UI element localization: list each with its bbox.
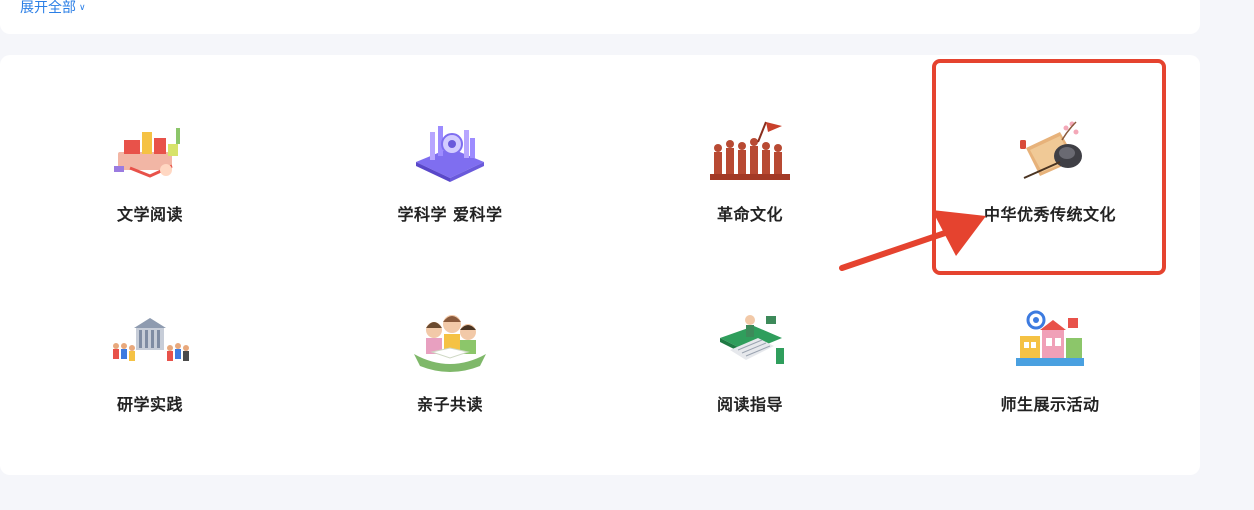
revolution-silhouette-icon — [705, 115, 795, 187]
category-label: 亲子共读 — [416, 395, 483, 414]
category-label: 师生展示活动 — [1000, 395, 1100, 414]
previous-section-card: 展开全部 ∨ — [0, 0, 1200, 34]
category-teacher-student-activity[interactable]: 师生展示活动 — [900, 305, 1200, 465]
category-label: 学科学 爱科学 — [397, 205, 503, 224]
category-study-practice[interactable]: 研学实践 — [0, 305, 300, 465]
category-literature-reading[interactable]: 文学阅读 — [0, 115, 300, 275]
category-label: 革命文化 — [716, 205, 783, 224]
expand-all-link[interactable]: 展开全部 ∨ — [20, 0, 86, 17]
expand-all-label: 展开全部 — [20, 0, 76, 16]
family-reading-icon — [405, 305, 495, 377]
study-tour-group-icon — [105, 305, 195, 377]
category-label: 阅读指导 — [716, 395, 783, 414]
category-reading-guidance[interactable]: 阅读指导 — [600, 305, 900, 465]
chevron-down-icon: ∨ — [79, 3, 86, 13]
category-label: 文学阅读 — [116, 205, 183, 224]
category-family-reading[interactable]: 亲子共读 — [300, 305, 600, 465]
school-building-icon — [1005, 305, 1095, 377]
ink-stone-brush-icon — [1005, 115, 1095, 187]
teacher-screen-icon — [705, 305, 795, 377]
category-grid-card: 文学阅读 学科学 爱科学 革命文化 中华优秀传统文化 研学实践 亲子共读 阅读指… — [0, 55, 1200, 475]
category-label: 中华优秀传统文化 — [983, 205, 1116, 224]
category-label: 研学实践 — [116, 395, 183, 414]
science-lab-icon — [405, 115, 495, 187]
category-science[interactable]: 学科学 爱科学 — [300, 115, 600, 275]
books-reading-icon — [105, 115, 195, 187]
category-traditional-culture[interactable]: 中华优秀传统文化 — [900, 115, 1200, 275]
category-revolution-culture[interactable]: 革命文化 — [600, 115, 900, 275]
